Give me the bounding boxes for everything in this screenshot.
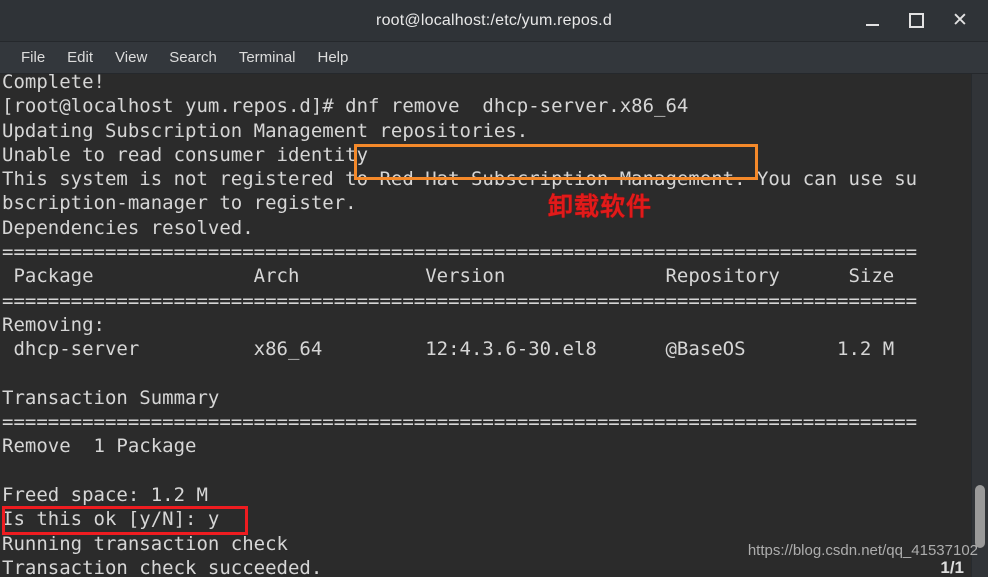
terminal-line: ========================================… xyxy=(2,289,918,312)
terminal-window: root@localhost:/etc/yum.repos.d ✕ File E… xyxy=(0,0,988,577)
maximize-button[interactable] xyxy=(894,0,938,41)
menu-item-help[interactable]: Help xyxy=(307,45,360,70)
terminal-line: Unable to read consumer identity xyxy=(2,143,369,166)
terminal-line: dhcp-server x86_64 12:4.3.6-30.el8 @Base… xyxy=(2,338,895,361)
menu-item-search[interactable]: Search xyxy=(158,45,228,70)
minimize-button[interactable] xyxy=(850,0,894,41)
terminal-line: ========================================… xyxy=(2,411,918,434)
window-controls: ✕ xyxy=(850,0,982,41)
annotation-label-uninstall: 卸载软件 xyxy=(548,192,653,221)
window-title: root@localhost:/etc/yum.repos.d xyxy=(376,11,612,29)
terminal-line: Transaction Summary xyxy=(2,386,220,409)
terminal-screen: Complete! [root@localhost yum.repos.d]# d… xyxy=(0,74,970,577)
close-button[interactable]: ✕ xyxy=(938,0,982,41)
scrollbar-thumb[interactable] xyxy=(975,485,985,548)
page-indicator: 1/1 xyxy=(940,558,964,577)
terminal-line: Package Arch Version Repository Size xyxy=(2,265,895,288)
watermark-url: https://blog.csdn.net/qq_41537102 xyxy=(747,542,978,559)
terminal-line: Remove 1 Package xyxy=(2,435,197,458)
terminal-output-area[interactable]: Complete! [root@localhost yum.repos.d]# d… xyxy=(0,74,988,577)
terminal-line: bscription-manager to register. xyxy=(2,192,357,215)
terminal-line: Updating Subscription Management reposit… xyxy=(2,119,529,142)
terminal-line: Is this ok [y/N]: y xyxy=(2,508,220,531)
title-bar: root@localhost:/etc/yum.repos.d ✕ xyxy=(0,0,988,42)
menu-item-view[interactable]: View xyxy=(104,45,158,70)
terminal-line: Transaction check succeeded. xyxy=(2,556,323,577)
terminal-scrollbar[interactable] xyxy=(971,74,988,577)
terminal-line: ========================================… xyxy=(2,241,918,264)
maximize-icon xyxy=(908,13,924,28)
close-icon: ✕ xyxy=(952,10,968,31)
menu-item-terminal[interactable]: Terminal xyxy=(228,45,307,70)
menu-item-edit[interactable]: Edit xyxy=(56,45,104,70)
menu-item-file[interactable]: File xyxy=(10,45,56,70)
terminal-line: [root@localhost yum.repos.d]# dnf remove… xyxy=(2,95,689,118)
terminal-line: Complete! xyxy=(2,74,105,93)
terminal-line: Freed space: 1.2 M xyxy=(2,484,208,507)
terminal-line: Removing: xyxy=(2,313,105,336)
menu-bar: File Edit View Search Terminal Help xyxy=(0,42,988,74)
minimize-icon xyxy=(865,24,879,26)
terminal-line: This system is not registered to Red Hat… xyxy=(2,168,918,191)
terminal-line: Dependencies resolved. xyxy=(2,216,254,239)
